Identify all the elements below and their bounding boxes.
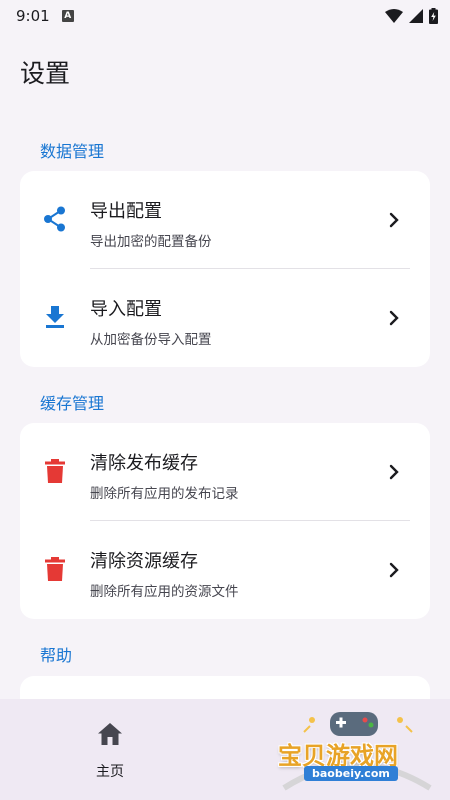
- clear-publish-cache-subtitle: 删除所有应用的发布记录: [90, 486, 239, 502]
- trash-icon: [42, 555, 68, 583]
- chevron-right-icon: [386, 309, 402, 327]
- section-header-help: 帮助: [40, 646, 73, 665]
- clear-resource-cache-subtitle: 删除所有应用的资源文件: [90, 584, 239, 600]
- nav-home-label: 主页: [96, 764, 124, 780]
- clear-publish-cache-title: 清除发布缓存: [90, 453, 198, 474]
- import-config-item[interactable]: 导入配置 从加密备份导入配置: [20, 269, 430, 367]
- trash-icon: [42, 457, 68, 485]
- export-config-subtitle: 导出加密的配置备份: [90, 234, 212, 250]
- page-title: 设置: [20, 59, 71, 88]
- card-data-management: 导出配置 导出加密的配置备份 导入配置 从加密备份导入配置: [20, 171, 430, 367]
- clear-resource-cache-title: 清除资源缓存: [90, 551, 198, 572]
- import-config-subtitle: 从加密备份导入配置: [90, 332, 212, 348]
- download-icon: [42, 303, 68, 331]
- card-cache-management: 清除发布缓存 删除所有应用的发布记录 清除资源缓存 删除所有应用的资源文件: [20, 423, 430, 619]
- import-config-title: 导入配置: [90, 299, 162, 320]
- chevron-right-icon: [386, 463, 402, 481]
- status-time: 9:01: [16, 7, 50, 25]
- nav-home[interactable]: 主页: [70, 699, 150, 800]
- clear-publish-cache-item[interactable]: 清除发布缓存 删除所有应用的发布记录: [20, 423, 430, 521]
- section-header-cache: 缓存管理: [40, 394, 105, 413]
- share-icon: [42, 205, 68, 233]
- chevron-right-icon: [386, 211, 402, 229]
- wifi-icon: [385, 9, 403, 23]
- home-icon: [98, 723, 122, 745]
- chevron-right-icon: [386, 561, 402, 579]
- section-header-data: 数据管理: [40, 142, 105, 161]
- watermark-url: baobeiy.com: [304, 766, 398, 781]
- notification-icon: A: [61, 10, 74, 22]
- export-config-item[interactable]: 导出配置 导出加密的配置备份: [20, 171, 430, 269]
- battery-icon: [429, 8, 438, 24]
- status-bar: 9:01 A: [0, 0, 450, 32]
- signal-icon: [409, 9, 423, 23]
- clear-resource-cache-item[interactable]: 清除资源缓存 删除所有应用的资源文件: [20, 521, 430, 619]
- watermark: 宝贝游戏网 baobeiy.com: [268, 706, 444, 794]
- status-icons: [385, 8, 438, 24]
- export-config-title: 导出配置: [90, 201, 162, 222]
